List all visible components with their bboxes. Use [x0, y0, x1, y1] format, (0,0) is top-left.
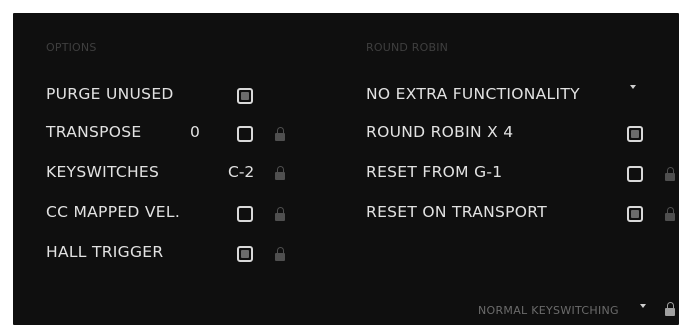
reset-from-label: RESET FROM G-1: [366, 163, 503, 181]
reset-from-checkbox[interactable]: [627, 166, 643, 182]
purge-unused-checkbox[interactable]: [237, 88, 253, 104]
transpose-value[interactable]: 0: [190, 123, 200, 141]
keyswitches-lock-icon[interactable]: [275, 166, 286, 180]
keyswitch-mode-caret-down-icon[interactable]: [640, 304, 646, 308]
hall-trigger-checkbox[interactable]: [237, 246, 253, 262]
reset-on-transport-label: RESET ON TRANSPORT: [366, 203, 548, 221]
options-section-title: OPTIONS: [46, 41, 97, 54]
transpose-label: TRANSPOSE: [46, 123, 142, 141]
reset-on-transport-checkbox[interactable]: [627, 206, 643, 222]
keyswitches-label: KEYSWITCHES: [46, 163, 160, 181]
cc-mapped-vel-label: CC MAPPED VEL.: [46, 203, 181, 221]
cc-mapped-vel-checkbox[interactable]: [237, 206, 253, 222]
round-robin-x4-checkbox[interactable]: [627, 126, 643, 142]
keyswitch-mode-lock-icon[interactable]: [665, 302, 676, 316]
reset-from-lock-icon[interactable]: [665, 167, 676, 181]
hall-trigger-label: HALL TRIGGER: [46, 243, 164, 261]
caret-down-icon[interactable]: [630, 85, 636, 89]
reset-on-transport-lock-icon[interactable]: [665, 207, 676, 221]
round-robin-x4-label: ROUND ROBIN X 4: [366, 123, 514, 141]
round-robin-mode-dropdown[interactable]: NO EXTRA FUNCTIONALITY: [366, 85, 580, 103]
transpose-lock-icon[interactable]: [275, 127, 286, 141]
hall-trigger-lock-icon[interactable]: [275, 247, 286, 261]
keyswitch-mode-dropdown[interactable]: NORMAL KEYSWITCHING: [478, 304, 619, 317]
cc-mapped-vel-lock-icon[interactable]: [275, 207, 286, 221]
options-panel: OPTIONS PURGE UNUSED TRANSPOSE 0 KEYSWIT…: [13, 13, 679, 325]
purge-unused-label: PURGE UNUSED: [46, 85, 174, 103]
transpose-checkbox[interactable]: [237, 126, 253, 142]
round-robin-section-title: ROUND ROBIN: [366, 41, 449, 54]
keyswitches-value[interactable]: C-2: [228, 163, 254, 181]
